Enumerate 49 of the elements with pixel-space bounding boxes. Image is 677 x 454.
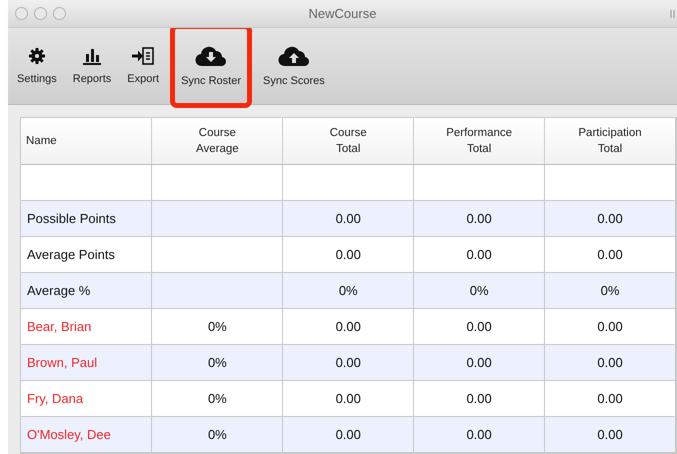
cloud-upload-icon — [276, 45, 311, 67]
name-cell: Brown, Paul — [21, 344, 152, 380]
table-cell: 0% — [600, 283, 620, 298]
table-cell: 0.00 — [466, 247, 492, 262]
toolbar-button[interactable]: Reports — [66, 35, 118, 97]
gear-icon — [28, 47, 46, 65]
bar-chart-icon — [82, 47, 102, 65]
table-cell: 0% — [338, 283, 358, 298]
table-cell: 0.00 — [466, 427, 492, 442]
toolbar-button[interactable]: Settings — [10, 35, 64, 97]
table-cell: 0.00 — [466, 211, 492, 226]
table-cell: 0.00 — [597, 355, 623, 370]
table-cell: 0.00 — [597, 319, 623, 334]
name-cell: Possible Points — [21, 200, 152, 236]
table-cell: 0.00 — [336, 355, 361, 370]
table-cell: 0.00 — [336, 319, 361, 334]
table-cell: 0.00 — [597, 247, 623, 262]
column-header[interactable]: Course Total — [282, 118, 414, 164]
table-cell: 0% — [470, 283, 489, 298]
table-cell: 0.00 — [466, 355, 492, 370]
window-control-button[interactable] — [15, 7, 28, 20]
table-cell: 0.00 — [336, 211, 361, 226]
table-cell: 0.00 — [336, 427, 361, 442]
table-cell: 0.00 — [466, 391, 492, 406]
table-cell: 0.00 — [336, 247, 361, 262]
table-cell: 0.00 — [336, 391, 361, 406]
window-control-button[interactable] — [34, 7, 47, 20]
toolbar-button[interactable]: Sync Scores — [256, 35, 332, 97]
table-cell: 0% — [208, 319, 227, 334]
column-header[interactable]: Course Average — [152, 118, 283, 164]
table-cell: 0% — [208, 391, 227, 406]
table-cell: 0% — [208, 355, 227, 370]
table-cell: 0.00 — [597, 211, 623, 226]
cloud-download-icon — [194, 45, 228, 67]
export-icon — [131, 47, 156, 65]
column-header[interactable]: Participation Total — [544, 118, 676, 164]
name-cell: O'Mosley, Dee — [21, 416, 152, 452]
name-cell: Average % — [21, 272, 152, 308]
table-cell: 0.00 — [597, 391, 623, 406]
table-cell: 0% — [208, 427, 227, 442]
table-cell: 0.00 — [597, 427, 623, 442]
window-title: NewCourse — [308, 6, 376, 21]
resize-icon[interactable] — [670, 10, 675, 18]
column-header[interactable]: Performance Total — [414, 118, 545, 164]
toolbar-button[interactable]: Sync Roster — [174, 28, 248, 104]
table-cell: 0.00 — [466, 319, 492, 334]
column-header[interactable]: Name — [21, 118, 152, 164]
window-control-button[interactable] — [53, 7, 66, 20]
toolbar-button[interactable]: Export — [120, 35, 166, 97]
